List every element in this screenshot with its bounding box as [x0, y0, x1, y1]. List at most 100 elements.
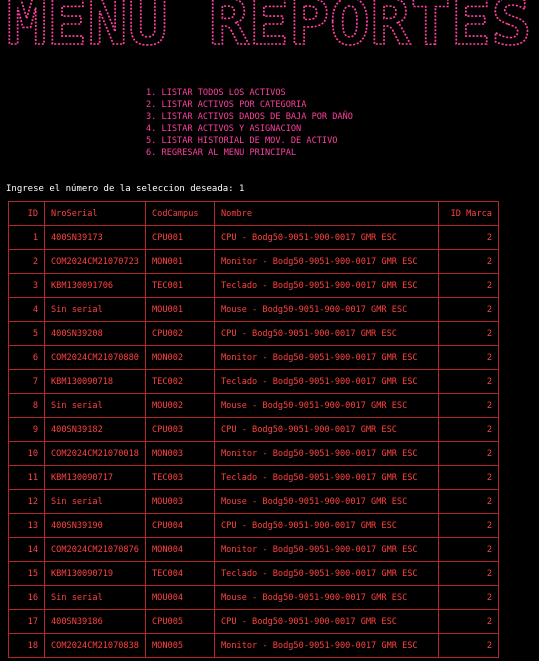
cell-codcampus: CPU005 — [145, 609, 215, 634]
cell-nombre: CPU - Bodg50-9051-900-0017 GMR ESC — [214, 417, 439, 442]
cell-nombre: CPU - Bodg50-9051-900-0017 GMR ESC — [214, 513, 439, 538]
cell-id-marca: 2 — [438, 369, 499, 394]
menu-item-listar-por-categoria[interactable]: 2. LISTAR ACTIVOS POR CATEGORIA — [146, 99, 353, 111]
cell-nroserial: KBM130090717 — [44, 465, 146, 490]
cell-id: 2 — [8, 249, 45, 274]
cell-id-marca: 2 — [438, 417, 499, 442]
cell-nroserial: COM2024CM21070876 — [44, 537, 146, 562]
cell-id: 18 — [8, 633, 45, 658]
cell-id: 16 — [8, 585, 45, 610]
cell-nroserial: COM2024CM21070723 — [44, 249, 146, 274]
cell-nroserial: KBM130090719 — [44, 561, 146, 586]
cell-nombre: Mouse - Bodg50-9051-900-0017 GMR ESC — [214, 393, 439, 418]
menu-item-listar-baja[interactable]: 3. LISTAR ACTIVOS DADOS DE BAJA POR DAÑO — [146, 111, 353, 123]
cell-nombre: Monitor - Bodg50-9051-900-0017 GMR ESC — [214, 441, 439, 466]
cell-nombre: Teclado - Bodg50-9051-900-0017 GMR ESC — [214, 369, 439, 394]
cell-id-marca: 2 — [438, 513, 499, 538]
cell-codcampus: TEC004 — [145, 561, 215, 586]
cell-nombre: Mouse - Bodg50-9051-900-0017 GMR ESC — [214, 585, 439, 610]
table-row: 11 KBM130090717 TEC003 Teclado - Bodg50-905… — [8, 465, 499, 490]
cell-id-marca: 2 — [438, 465, 499, 490]
cell-nroserial: COM2024CM21070838 — [44, 633, 146, 658]
cell-id: 15 — [8, 561, 45, 586]
table-row: 1 400SN39173 CPU001 CPU - Bodg50-9051-900-0… — [8, 225, 499, 250]
table-row: 15 KBM130090719 TEC004 Teclado - Bodg50-905… — [8, 561, 499, 586]
cell-codcampus: MON005 — [145, 633, 215, 658]
cell-id-marca: 2 — [438, 609, 499, 634]
cell-nombre: Monitor - Bodg50-9051-900-0017 GMR ESC — [214, 345, 439, 370]
cell-codcampus: MON001 — [145, 249, 215, 274]
cell-codcampus: MON003 — [145, 441, 215, 466]
cell-codcampus: MOU004 — [145, 585, 215, 610]
banner-title: MENU REPORTES — [0, 0, 539, 48]
ascii-banner-graphic: MENU REPORTES — [6, 0, 533, 48]
cell-id-marca: 2 — [438, 561, 499, 586]
cell-codcampus: MON004 — [145, 537, 215, 562]
cell-codcampus: MON002 — [145, 345, 215, 370]
table-row: 18 COM2024CM21070838 MON005 Monitor - Bodg5… — [8, 633, 499, 658]
cell-nombre: Teclado - Bodg50-9051-900-0017 GMR ESC — [214, 561, 439, 586]
prompt-input-value[interactable]: 1 — [239, 184, 244, 194]
cell-id: 1 — [8, 225, 45, 250]
assets-table: ID NroSerial CodCampus Nombre ID Marca 1… — [8, 201, 499, 658]
cell-id-marca: 2 — [438, 321, 499, 346]
cell-codcampus: TEC001 — [145, 273, 215, 298]
table-header-row: ID NroSerial CodCampus Nombre ID Marca — [8, 201, 499, 226]
table-row: 16 Sin serial MOU004 Mouse - Bodg50-9051-90… — [8, 585, 499, 610]
header-nroserial: NroSerial — [44, 201, 146, 226]
cell-nroserial: Sin serial — [44, 585, 146, 610]
table-row: 6 COM2024CM21070880 MON002 Monitor - Bodg50… — [8, 345, 499, 370]
cell-nroserial: 400SN39186 — [44, 609, 146, 634]
cell-nombre: Monitor - Bodg50-9051-900-0017 GMR ESC — [214, 249, 439, 274]
banner-text: MENU REPORTES — [7, 0, 532, 48]
cell-nombre: Monitor - Bodg50-9051-900-0017 GMR ESC — [214, 633, 439, 658]
cell-id-marca: 2 — [438, 297, 499, 322]
cell-id: 9 — [8, 417, 45, 442]
cell-id: 13 — [8, 513, 45, 538]
table-row: 7 KBM130090718 TEC002 Teclado - Bodg50-9051… — [8, 369, 499, 394]
selection-prompt: Ingrese el número de la seleccion desead… — [6, 183, 244, 195]
menu-item-listar-historial[interactable]: 5. LISTAR HISTORIAL DE MOV. DE ACTIVO — [146, 135, 353, 147]
table-row: 8 Sin serial MOU002 Mouse - Bodg50-9051-900… — [8, 393, 499, 418]
cell-nroserial: 400SN39190 — [44, 513, 146, 538]
cell-id-marca: 2 — [438, 489, 499, 514]
cell-nroserial: KBM130091706 — [44, 273, 146, 298]
cell-nroserial: Sin serial — [44, 489, 146, 514]
cell-nroserial: 400SN39182 — [44, 417, 146, 442]
cell-id-marca: 2 — [438, 249, 499, 274]
cell-id-marca: 2 — [438, 273, 499, 298]
cell-id: 4 — [8, 297, 45, 322]
cell-codcampus: MOU002 — [145, 393, 215, 418]
cell-nroserial: 400SN39173 — [44, 225, 146, 250]
cell-id-marca: 2 — [438, 441, 499, 466]
cell-nombre: CPU - Bodg50-9051-900-0017 GMR ESC — [214, 225, 439, 250]
menu-item-listar-asignacion[interactable]: 4. LISTAR ACTIVOS Y ASIGNACION — [146, 123, 353, 135]
header-id: ID — [8, 201, 45, 226]
table-row: 13 400SN39190 CPU004 CPU - Bodg50-9051-900-… — [8, 513, 499, 538]
table-row: 14 COM2024CM21070876 MON004 Monitor - Bodg5… — [8, 537, 499, 562]
table-row: 5 400SN39208 CPU002 CPU - Bodg50-9051-900-0… — [8, 321, 499, 346]
table-row: 2 COM2024CM21070723 MON001 Monitor - Bodg50… — [8, 249, 499, 274]
cell-nroserial: KBM130090718 — [44, 369, 146, 394]
cell-nroserial: Sin serial — [44, 297, 146, 322]
cell-nroserial: 400SN39208 — [44, 321, 146, 346]
table-row: 10 COM2024CM21070018 MON003 Monitor - Bodg5… — [8, 441, 499, 466]
cell-id-marca: 2 — [438, 633, 499, 658]
menu-item-regresar[interactable]: 6. REGRESAR AL MENU PRINCIPAL — [146, 147, 353, 159]
table-body: 1 400SN39173 CPU001 CPU - Bodg50-9051-900-0… — [8, 225, 499, 658]
cell-id: 10 — [8, 441, 45, 466]
cell-id-marca: 2 — [438, 225, 499, 250]
cell-nombre: Teclado - Bodg50-9051-900-0017 GMR ESC — [214, 465, 439, 490]
cell-nombre: Monitor - Bodg50-9051-900-0017 GMR ESC — [214, 537, 439, 562]
menu-item-listar-todos[interactable]: 1. LISTAR TODOS LOS ACTIVOS — [146, 87, 353, 99]
cell-id-marca: 2 — [438, 585, 499, 610]
cell-id-marca: 2 — [438, 393, 499, 418]
cell-codcampus: CPU004 — [145, 513, 215, 538]
cell-id-marca: 2 — [438, 537, 499, 562]
table-row: 9 400SN39182 CPU003 CPU - Bodg50-9051-900-0… — [8, 417, 499, 442]
cell-codcampus: CPU002 — [145, 321, 215, 346]
cell-codcampus: TEC003 — [145, 465, 215, 490]
report-menu: 1. LISTAR TODOS LOS ACTIVOS 2. LISTAR AC… — [146, 87, 353, 159]
cell-nroserial: Sin serial — [44, 393, 146, 418]
cell-id: 12 — [8, 489, 45, 514]
